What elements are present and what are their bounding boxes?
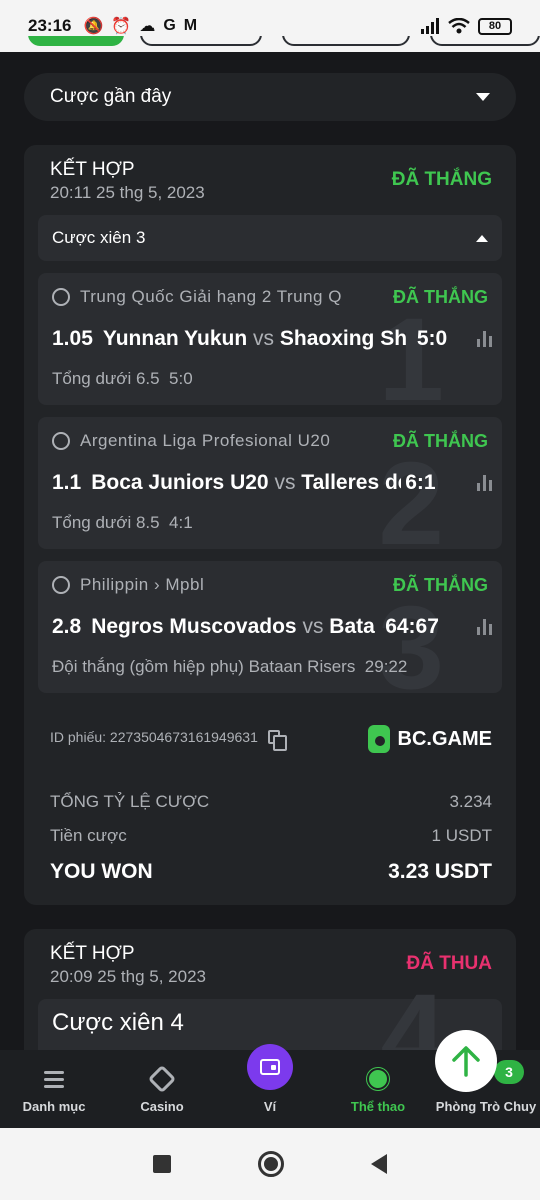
- won-value: 3.23 USDT: [388, 860, 492, 883]
- chevron-down-icon: [476, 93, 490, 101]
- top-tab[interactable]: [282, 36, 410, 46]
- top-tab[interactable]: [140, 36, 262, 46]
- signal-icon: [421, 18, 439, 34]
- nav-casino[interactable]: Casino: [108, 1050, 216, 1128]
- scroll-to-top-button[interactable]: [435, 1030, 497, 1092]
- bet-leg[interactable]: 2 Argentina Liga Profesional U20 ĐÃ THẮN…: [38, 417, 502, 549]
- chat-badge: 3: [494, 1060, 524, 1084]
- leg-pick-score: 4:1: [169, 513, 193, 532]
- leg-league: Argentina Liga Profesional U20: [80, 431, 331, 450]
- status-time: 23:16: [28, 16, 72, 35]
- leg-status: ĐÃ THẮNG: [393, 575, 488, 595]
- leg-index: 2: [378, 438, 444, 549]
- leg-score: 64:67: [385, 615, 439, 638]
- casino-icon: [147, 1064, 177, 1094]
- leg-pick: Tổng dưới 8.5: [52, 513, 160, 532]
- bet-leg[interactable]: 1 Trung Quốc Giải hạng 2 Trung Q ĐÃ THẮN…: [38, 273, 502, 405]
- leg-home-team: Negros Muscovados: [91, 615, 297, 638]
- bet-card[interactable]: KẾT HỢP 20:11 25 thg 5, 2023 ĐÃ THẮNG Cư…: [24, 145, 516, 905]
- nav-label: Ví: [263, 1099, 277, 1114]
- parlay-toggle[interactable]: Cược xiên 3: [38, 215, 502, 261]
- bet-totals: TỔNG TỶ LỆ CƯỢC 3.234 Tiền cược 1 USDT Y…: [50, 785, 492, 891]
- wifi-icon: [448, 18, 470, 34]
- leg-pick: Tổng dưới 6.5: [52, 369, 160, 388]
- leg-away-team: Talleres de: [301, 471, 402, 494]
- recent-bets-dropdown[interactable]: Cược gần đây: [24, 73, 516, 121]
- system-nav-bar: [0, 1128, 540, 1200]
- bet-date: 20:09 25 thg 5, 2023: [50, 967, 206, 986]
- parlay-label: Cược xiên 4: [52, 1009, 184, 1036]
- google-icon: G: [163, 17, 176, 34]
- top-tabs: [0, 36, 540, 52]
- mute-icon: 🔕: [83, 18, 104, 35]
- leg-score: 5:0: [416, 327, 448, 350]
- leg-vs: vs: [274, 471, 296, 494]
- leg-odds: 2.8: [52, 615, 82, 638]
- ticket-id-row: ID phiếu: 227350467316194963​1: [50, 729, 287, 751]
- bc-game-logo-icon: [367, 725, 390, 753]
- nav-label: Thể thao: [350, 1099, 406, 1114]
- leg-vs: vs: [302, 615, 324, 638]
- brand-name: BC.GAME: [397, 727, 492, 750]
- bet-status: ĐÃ THẮNG: [391, 169, 492, 190]
- menu-icon: [44, 1070, 64, 1088]
- leg-index: 1: [378, 294, 444, 405]
- leg-home-team: Yunnan Yukun: [102, 327, 248, 350]
- bet-type: KẾT HỢP: [50, 943, 135, 964]
- gmail-icon: M: [183, 17, 198, 34]
- soccer-ball-icon: [52, 288, 70, 306]
- copy-icon[interactable]: [267, 730, 287, 751]
- recents-icon[interactable]: [153, 1155, 172, 1173]
- leg-status: ĐÃ THẮNG: [393, 287, 488, 307]
- total-odds-label: TỔNG TỶ LỆ CƯỢC: [50, 792, 210, 811]
- leg-index: 3: [378, 582, 444, 693]
- nav-label: Casino: [140, 1099, 184, 1114]
- nav-sports[interactable]: Thể thao: [324, 1050, 432, 1128]
- leg-score: 6:1: [405, 471, 436, 494]
- top-tab-active[interactable]: [28, 36, 124, 46]
- stake-label: Tiền cược: [50, 826, 127, 845]
- chevron-up-icon: [476, 234, 488, 242]
- leg-away-team: Shaoxing Sh: [279, 327, 408, 350]
- cloud-icon: ☁: [139, 18, 156, 35]
- leg-odds: 1.1: [52, 471, 82, 494]
- arrow-up-icon: [452, 1046, 480, 1077]
- stats-icon[interactable]: [477, 331, 492, 347]
- home-icon[interactable]: [257, 1151, 284, 1177]
- alarm-icon: ⏰: [111, 18, 132, 35]
- leg-pick-score: 5:0: [169, 369, 193, 388]
- stats-icon[interactable]: [477, 475, 492, 491]
- wallet-icon: [260, 1059, 280, 1075]
- leg-pick: Đội thắng (gồm hiệp phụ) Bataan Risers: [52, 657, 356, 676]
- leg-status: ĐÃ THẮNG: [393, 431, 488, 451]
- soccer-ball-icon: [52, 432, 70, 450]
- back-icon[interactable]: [370, 1154, 387, 1174]
- leg-league: Philippin › Mpbl: [80, 575, 205, 594]
- nav-wallet[interactable]: Ví: [216, 1044, 324, 1128]
- basketball-icon: [52, 576, 70, 594]
- top-tab[interactable]: [430, 36, 540, 46]
- parlay-label: Cược xiên 3: [52, 228, 146, 247]
- brand-logo: BC.GAME: [367, 725, 492, 753]
- battery-icon: 80: [478, 17, 512, 35]
- ticket-id: ID phiếu: 227350467316194963​1: [50, 729, 258, 745]
- leg-odds: 1.05: [52, 327, 93, 350]
- bet-type: KẾT HỢP: [50, 159, 135, 180]
- leg-pick-score: 29:22: [364, 657, 408, 676]
- leg-league: Trung Quốc Giải hạng 2 Trung Q: [80, 287, 342, 306]
- leg-vs: vs: [253, 327, 275, 350]
- stake-value: 1 USDT: [431, 826, 492, 845]
- nav-menu[interactable]: Danh mục: [0, 1050, 108, 1128]
- bet-leg[interactable]: 3 Philippin › Mpbl ĐÃ THẮNG 2.8 Negros M…: [38, 561, 502, 693]
- basketball-icon: [367, 1068, 389, 1090]
- won-label: YOU WON: [50, 860, 153, 883]
- nav-label: Phòng Trò Chuy: [435, 1099, 537, 1114]
- total-odds-value: 3.234: [449, 792, 492, 811]
- nav-label: Danh mục: [22, 1099, 86, 1114]
- bet-date: 20:11 25 thg 5, 2023: [50, 183, 205, 202]
- leg-home-team: Boca Juniors U20: [91, 471, 269, 494]
- recent-bets-label: Cược gần đây: [50, 86, 172, 107]
- stats-icon[interactable]: [477, 619, 492, 635]
- leg-away-team: Bata: [329, 615, 375, 638]
